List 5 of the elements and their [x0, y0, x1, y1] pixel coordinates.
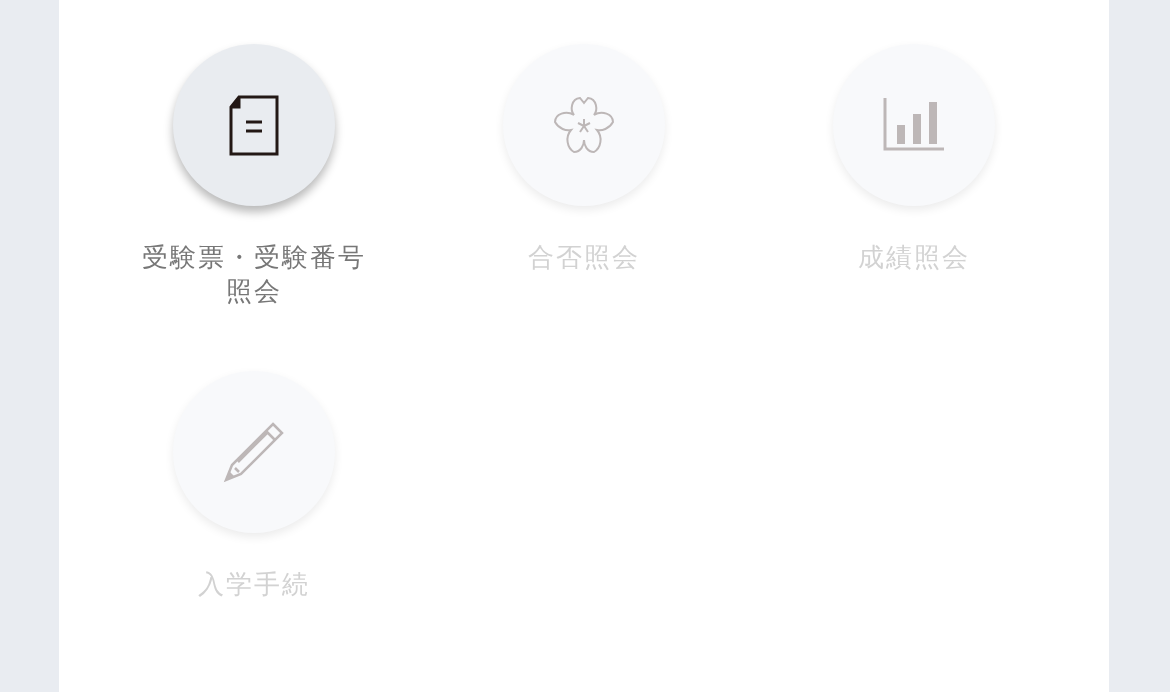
pencil-icon [223, 421, 285, 483]
bar-chart-icon [883, 98, 945, 152]
blossom-icon [553, 95, 615, 155]
menu-label: 受験票・受験番号照会 [141, 241, 367, 308]
document-icon [229, 94, 279, 156]
